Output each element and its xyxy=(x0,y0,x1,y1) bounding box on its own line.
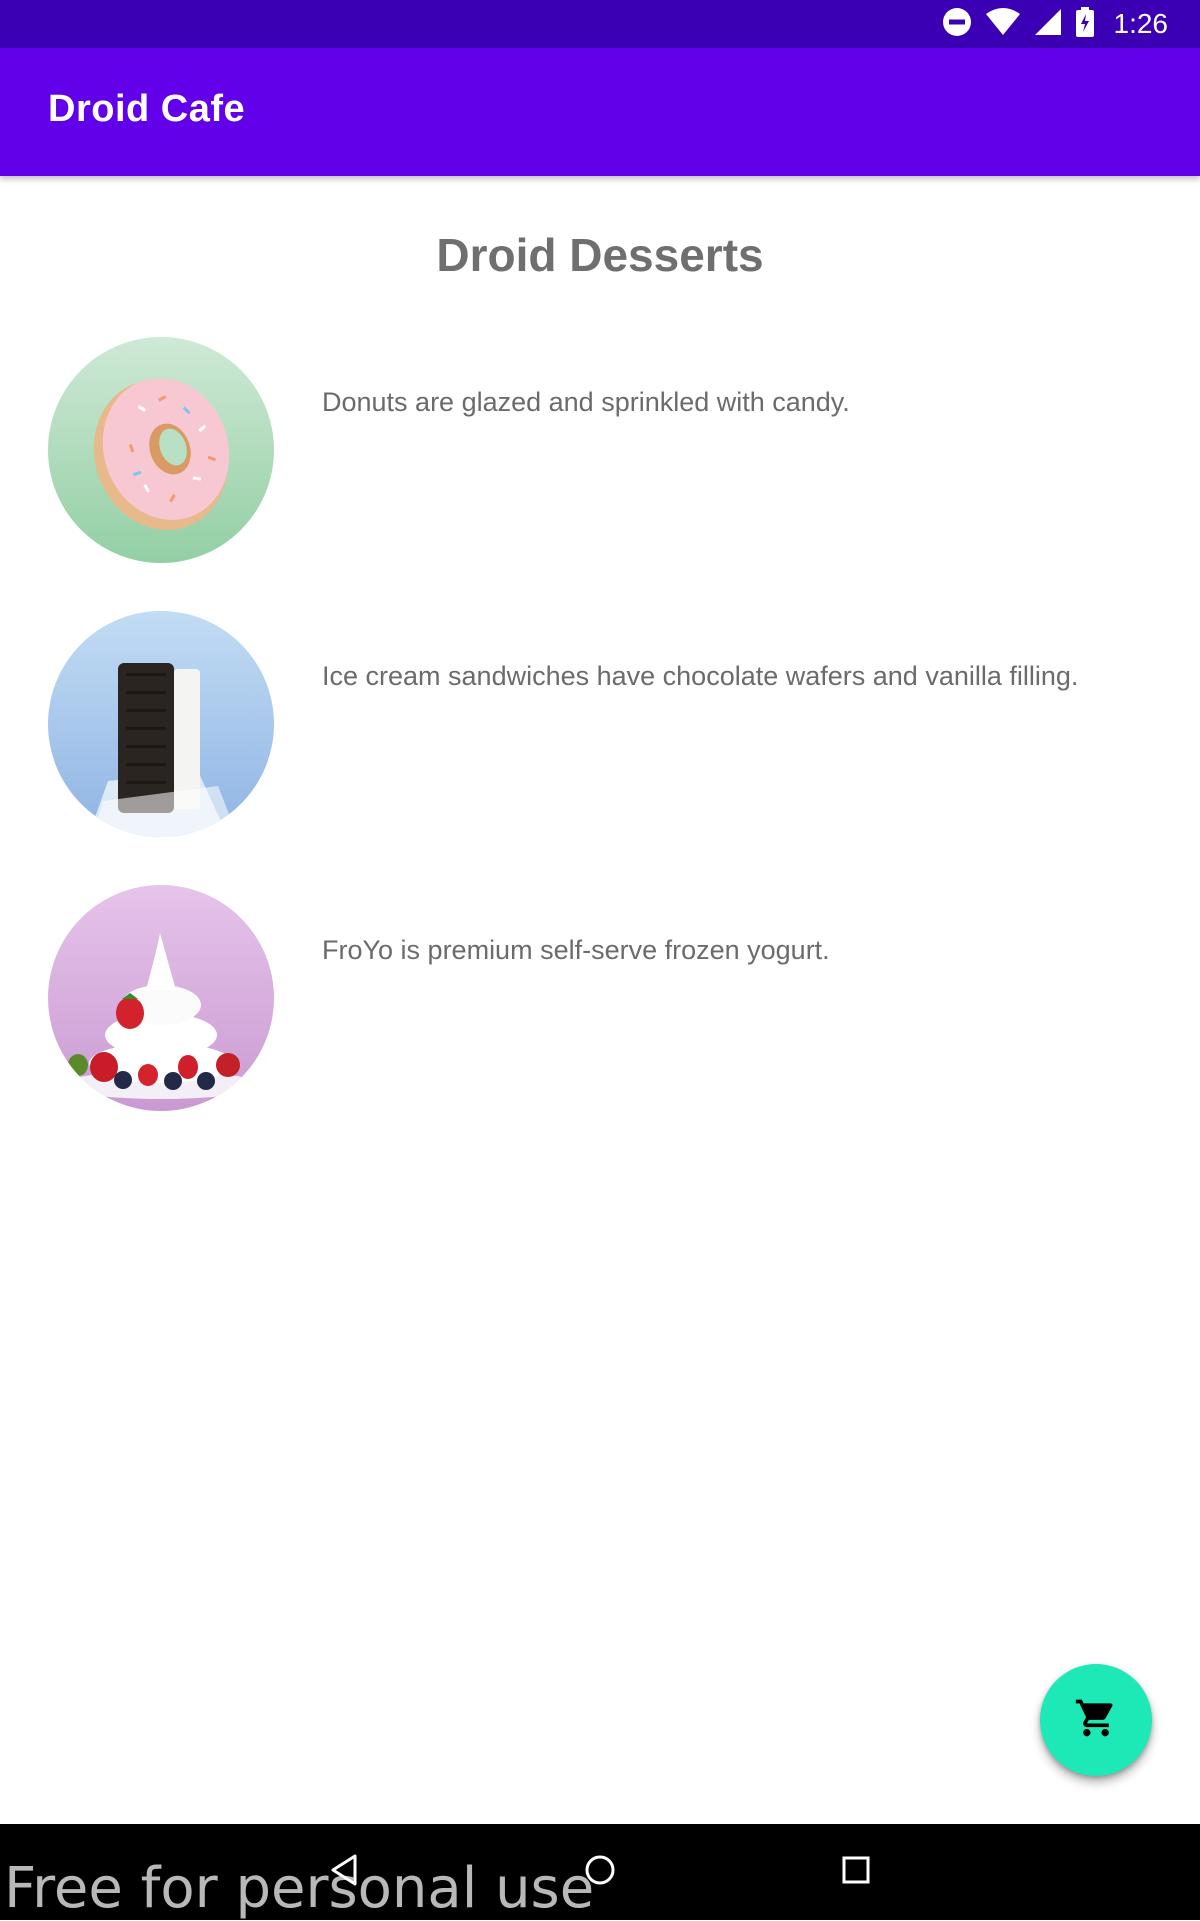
battery-icon xyxy=(1075,6,1094,42)
ice-cream-sandwich-image[interactable] xyxy=(48,611,274,837)
page-heading: Droid Desserts xyxy=(436,229,764,281)
froyo-image[interactable] xyxy=(48,885,274,1111)
dessert-row-froyo: FroYo is premium self-serve frozen yogur… xyxy=(48,885,1168,1111)
app-bar: Droid Cafe xyxy=(0,48,1200,176)
dessert-row-donut: Donuts are glazed and sprinkled with can… xyxy=(48,337,1168,563)
status-icons: 1:26 xyxy=(942,0,1169,48)
cell-signal-icon xyxy=(1034,8,1062,41)
dessert-row-ice-cream-sandwich: Ice cream sandwiches have chocolate wafe… xyxy=(48,611,1168,837)
dessert-description: Donuts are glazed and sprinkled with can… xyxy=(322,387,850,417)
dessert-description: FroYo is premium self-serve frozen yogur… xyxy=(322,935,830,965)
shopping-cart-fab[interactable] xyxy=(1040,1664,1152,1776)
status-bar: 1:26 xyxy=(0,0,1200,48)
donut-image[interactable] xyxy=(48,337,274,563)
do-not-disturb-icon xyxy=(942,7,972,42)
app-title: Droid Cafe xyxy=(48,88,246,130)
status-time: 1:26 xyxy=(1113,8,1169,39)
recents-button[interactable] xyxy=(808,1824,904,1920)
shopping-cart-icon xyxy=(1074,1696,1118,1745)
watermark-text: Free for personal use xyxy=(4,1856,595,1921)
wifi-icon xyxy=(985,7,1020,41)
dessert-description: Ice cream sandwiches have chocolate wafe… xyxy=(322,661,1079,691)
recents-icon xyxy=(842,1856,870,1889)
